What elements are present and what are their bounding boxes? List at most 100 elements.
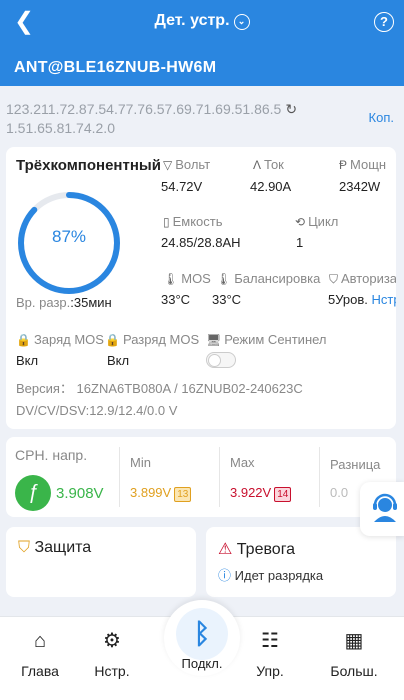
discharge-mos-label-text: Разряд MOS <box>122 332 200 347</box>
battery-status-card: Трёхкомпонентный 87% Вр. разр.:35мин ▽ Во… <box>6 147 396 429</box>
cycle-value: 1 <box>296 235 304 250</box>
page-title[interactable]: Дет. устр. ⌄ <box>0 12 404 30</box>
lock-icon: 🔒 <box>105 333 120 347</box>
cell-voltage-card: СРН. напр. ƒ 3.908V Min 3.899V 13 Max 3.9… <box>6 437 396 517</box>
alarm-title: Тревога <box>236 541 296 558</box>
nav-control-label: Упр. <box>256 663 284 679</box>
balance-temp-label: 🌡 Балансировка <box>216 271 320 286</box>
cycle-icon: ⟲ <box>295 215 306 229</box>
thermometer-icon: 🌡 <box>216 272 232 286</box>
connection-id-line2: 1.51.65.81.74.2.0 <box>6 120 115 136</box>
diff-value: 0.0 <box>330 485 349 500</box>
alarm-header: ⚠ Тревога <box>218 539 295 559</box>
auth-settings-link[interactable]: Нстр <box>372 292 396 307</box>
divider <box>319 447 320 507</box>
auth-level: 5Уров. <box>328 292 368 307</box>
auth-value: 5Уров. Нстр <box>328 292 396 307</box>
nav-home[interactable]: ⌂ Глава <box>5 629 75 679</box>
monitor-icon: 🖥 <box>206 333 222 347</box>
min-voltage-value: 3.899V <box>130 485 172 500</box>
capacity-value: 24.85/28.8AH <box>161 235 241 250</box>
capacity-label-text: Емкость <box>172 214 223 229</box>
sentinel-toggle[interactable] <box>206 352 236 368</box>
charge-mos-value[interactable]: Вкл <box>16 353 38 368</box>
voltage-value: 54.72V <box>161 179 203 194</box>
alarm-item: ⓘ Идет разрядка <box>218 565 323 584</box>
help-question-icon[interactable]: ? <box>374 12 394 32</box>
balance-temp-label-text: Балансировка <box>234 271 321 286</box>
sentinel-label-text: Режим Сентинел <box>224 332 327 347</box>
battery-type: Трёхкомпонентный <box>16 157 161 174</box>
nav-control[interactable]: ☷ Упр. <box>235 629 305 679</box>
max-voltage: 3.922V 14 <box>230 485 292 502</box>
current-label: Ʌ Ток <box>253 157 284 172</box>
auth-label-text: Авториза <box>341 271 396 286</box>
voltage-icon: ▽ <box>163 158 173 172</box>
max-cell-number: 14 <box>274 487 292 502</box>
diff-label: Разница <box>330 457 381 472</box>
max-voltage-label: Max <box>230 455 255 470</box>
capacity-label: ▯ Емкость <box>163 214 223 229</box>
alarm-icon: ⚠ <box>218 541 233 558</box>
power-label-text: Мощн <box>350 157 387 172</box>
power-label: Ᵽ Мощн <box>339 157 386 172</box>
info-icon: ⓘ <box>218 568 232 583</box>
nav-settings-label: Нстр. <box>94 663 130 679</box>
min-voltage: 3.899V 13 <box>130 485 192 502</box>
device-name: ANT@BLE16ZNUB-HW6M <box>14 59 217 76</box>
grid-icon: ▦ <box>344 630 364 652</box>
avg-voltage-icon: ƒ <box>15 475 51 511</box>
balance-temp-value: 33°C <box>212 292 242 307</box>
chevron-down-circle-icon[interactable]: ⌄ <box>233 14 250 30</box>
current-value: 42.90A <box>250 179 292 194</box>
power-value: 2342W <box>339 179 381 194</box>
min-voltage-label: Min <box>130 455 151 470</box>
battery-icon: ▯ <box>163 215 170 229</box>
refresh-icon[interactable]: ↻ <box>285 101 297 117</box>
alarm-card[interactable]: ⚠ Тревога ⓘ Идет разрядка <box>206 527 396 597</box>
thermometer-icon: 🌡 <box>163 272 179 286</box>
discharge-mos-value[interactable]: Вкл <box>107 353 129 368</box>
home-icon: ⌂ <box>33 630 47 652</box>
alarm-item-text: Идет разрядка <box>234 568 324 583</box>
cycle-label: ⟲ Цикл <box>295 214 338 229</box>
mos-temp-label: 🌡 MOS <box>163 271 211 286</box>
nav-settings[interactable]: ⚙ Нстр. <box>77 629 147 679</box>
voltage-label: ▽ Вольт <box>163 157 210 172</box>
min-cell-number: 13 <box>174 487 192 502</box>
lock-icon: 🔒 <box>16 333 31 347</box>
protection-header: ⛉ Защита <box>18 539 91 557</box>
support-agent-button[interactable] <box>360 482 404 536</box>
charge-mos-label: 🔒 Заряд MOS <box>16 332 104 347</box>
divider <box>119 447 120 507</box>
connection-id: 123.211.72.87.54.77.76.57.69.71.69.51.86… <box>6 100 346 138</box>
protection-card[interactable]: ⛉ Защита <box>6 527 196 597</box>
divider <box>219 447 220 507</box>
soc-value: 87% <box>51 227 87 246</box>
shield-icon: ⛉ <box>18 539 31 556</box>
avg-voltage-label: СРН. напр. <box>15 447 88 463</box>
support-agent-icon <box>373 493 397 522</box>
nav-more[interactable]: ▦ Больш. <box>319 629 389 679</box>
avg-voltage-value: 3.908V <box>56 485 104 502</box>
mos-temp-value: 33°C <box>161 292 191 307</box>
discharge-mos-label: 🔒 Разряд MOS <box>105 332 199 347</box>
copy-link[interactable]: Коп. <box>369 110 394 125</box>
power-icon: Ᵽ <box>339 158 348 172</box>
max-voltage-value: 3.922V <box>230 485 272 500</box>
sliders-icon: ☷ <box>261 630 279 652</box>
discharge-time-value: :35мин <box>70 295 112 310</box>
sentinel-label: 🖥 Режим Сентинел <box>206 332 327 347</box>
nav-more-label: Больш. <box>330 663 378 679</box>
bluetooth-icon[interactable]: ᛒ <box>176 608 228 660</box>
gear-icon: ⚙ <box>103 630 121 652</box>
mos-temp-label-text: MOS <box>181 271 211 286</box>
dv-cv-dsv: DV/CV/DSV:12.9/12.4/0.0 V <box>16 403 178 418</box>
protection-title: Защита <box>34 539 92 556</box>
current-icon: Ʌ <box>253 158 262 172</box>
nav-connect-label[interactable]: Подкл. <box>164 656 240 671</box>
current-label-text: Ток <box>264 157 284 172</box>
nav-home-label: Глава <box>21 663 59 679</box>
shield-icon: ⛉ <box>329 272 339 286</box>
voltage-label-text: Вольт <box>175 157 211 172</box>
